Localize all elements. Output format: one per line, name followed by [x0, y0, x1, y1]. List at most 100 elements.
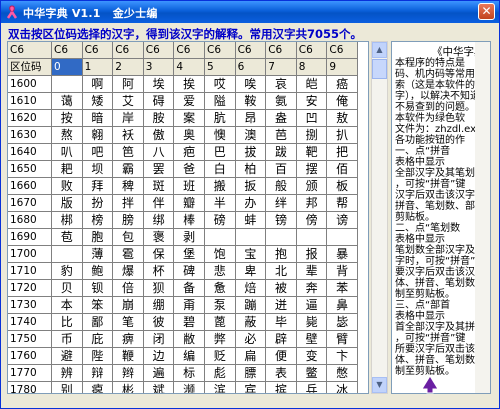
hanzi-cell[interactable]: 耙 — [52, 161, 83, 178]
hanzi-cell[interactable]: 暗 — [82, 110, 114, 127]
hanzi-cell[interactable]: 痹 — [113, 331, 144, 348]
hanzi-cell[interactable]: 懊 — [205, 127, 236, 144]
hanzi-cell[interactable]: 拜 — [82, 178, 114, 195]
hanzi-cell[interactable]: 傍 — [296, 212, 328, 229]
hanzi-cell[interactable]: 谤 — [327, 212, 358, 229]
hanzi-cell[interactable]: 胺 — [143, 110, 175, 127]
hanzi-cell[interactable]: 濒 — [174, 382, 205, 393]
hanzi-cell[interactable]: 卞 — [327, 348, 358, 365]
hanzi-cell[interactable]: 毕 — [266, 314, 297, 331]
hanzi-cell[interactable]: 必 — [235, 331, 267, 348]
hanzi-cell[interactable]: 榜 — [82, 212, 114, 229]
hanzi-cell[interactable]: 跋 — [266, 144, 297, 161]
hanzi-cell[interactable]: 鄙 — [82, 314, 114, 331]
hanzi-cell[interactable]: 坝 — [82, 161, 114, 178]
hanzi-cell[interactable]: 拔 — [235, 144, 267, 161]
hanzi-cell[interactable]: 膘 — [235, 365, 267, 382]
hanzi-cell[interactable]: 拌 — [113, 195, 144, 212]
hanzi-cell[interactable]: 把 — [327, 144, 358, 161]
hanzi-cell[interactable]: 啊 — [82, 76, 114, 93]
hanzi-cell[interactable]: 埃 — [143, 76, 175, 93]
hanzi-cell[interactable]: 氨 — [266, 93, 297, 110]
hanzi-cell[interactable]: 倍 — [113, 280, 144, 297]
hanzi-cell[interactable]: 蔼 — [52, 93, 83, 110]
hanzi-cell[interactable]: 按 — [52, 110, 83, 127]
hanzi-cell[interactable]: 包 — [113, 229, 144, 246]
hanzi-cell[interactable]: 盎 — [266, 110, 297, 127]
hanzi-cell[interactable]: 辈 — [296, 263, 328, 280]
hanzi-cell[interactable]: 梆 — [52, 212, 83, 229]
hanzi-cell[interactable]: 瘪 — [83, 382, 114, 393]
hanzi-cell[interactable]: 笆 — [113, 144, 144, 161]
help-textbox[interactable]: 《中华字典 本程序的特点是 码、机内码等常用字 索（这是本软件的最 字），以解决不知道… — [391, 41, 491, 394]
column-digit-header[interactable]: 9 — [327, 59, 358, 76]
hanzi-cell[interactable]: 蓖 — [205, 314, 236, 331]
hanzi-cell[interactable]: 比 — [52, 314, 83, 331]
hanzi-cell[interactable]: 遍 — [143, 365, 175, 382]
hanzi-cell[interactable]: 便 — [266, 348, 297, 365]
hanzi-cell[interactable]: 迸 — [266, 297, 297, 314]
hanzi-cell[interactable]: 兵 — [297, 382, 328, 393]
hanzi-cell[interactable]: 庇 — [82, 331, 114, 348]
column-digit-header[interactable]: 8 — [296, 59, 328, 76]
hanzi-cell[interactable]: 被 — [266, 280, 297, 297]
hanzi-cell[interactable] — [296, 229, 328, 246]
column-digit-header[interactable]: 4 — [174, 59, 205, 76]
hanzi-cell[interactable]: 鲍 — [82, 263, 114, 280]
hanzi-cell[interactable]: 稗 — [113, 178, 144, 195]
hanzi-cell[interactable]: 袄 — [113, 127, 144, 144]
hanzi-cell[interactable]: 憋 — [327, 365, 358, 382]
hanzi-cell[interactable]: 吧 — [82, 144, 114, 161]
hanzi-cell[interactable]: 编 — [174, 348, 205, 365]
hanzi-cell[interactable]: 雹 — [113, 246, 144, 263]
hanzi-cell[interactable]: 办 — [235, 195, 267, 212]
hanzi-cell[interactable]: 膀 — [113, 212, 144, 229]
hanzi-cell[interactable]: 抱 — [266, 246, 297, 263]
hanzi-cell[interactable]: 逼 — [296, 297, 328, 314]
hanzi-cell[interactable]: 鞍 — [235, 93, 267, 110]
hanzi-cell[interactable]: 宝 — [235, 246, 267, 263]
help-vertical-scrollbar[interactable] — [475, 42, 490, 393]
hanzi-cell[interactable]: 苞 — [52, 229, 83, 246]
hanzi-cell[interactable]: 碧 — [174, 314, 205, 331]
hanzi-cell[interactable]: 背 — [327, 263, 358, 280]
hanzi-cell[interactable]: 蔽 — [235, 314, 267, 331]
hanzi-cell[interactable] — [235, 229, 267, 246]
hanzi-cell[interactable]: 伴 — [143, 195, 175, 212]
hanzi-cell[interactable]: 宾 — [236, 382, 267, 393]
hanzi-cell[interactable]: 皑 — [296, 76, 328, 93]
hanzi-cell[interactable]: 壁 — [296, 331, 328, 348]
hanzi-cell[interactable]: 摆 — [296, 161, 328, 178]
hanzi-cell[interactable]: 佰 — [327, 161, 358, 178]
hanzi-cell[interactable]: 扒 — [327, 127, 358, 144]
hanzi-cell[interactable]: 隘 — [205, 93, 236, 110]
hanzi-cell[interactable]: 别 — [52, 382, 83, 393]
hanzi-cell[interactable]: 辩 — [82, 365, 114, 382]
hanzi-cell[interactable]: 鞭 — [113, 348, 144, 365]
grid-vertical-scrollbar[interactable]: ▲ ▼ — [371, 41, 388, 394]
hanzi-cell[interactable]: 镑 — [266, 212, 297, 229]
hanzi-cell[interactable]: 蚌 — [235, 212, 267, 229]
hanzi-cell[interactable]: 芭 — [266, 127, 297, 144]
hanzi-cell[interactable]: 崩 — [113, 297, 144, 314]
hanzi-cell[interactable]: 敝 — [174, 331, 205, 348]
hanzi-cell[interactable]: 狈 — [143, 280, 175, 297]
arrow-up-icon[interactable]: ▲ — [372, 42, 387, 58]
hanzi-cell[interactable]: 标 — [174, 365, 205, 382]
hanzi-cell[interactable]: 卑 — [235, 263, 267, 280]
hanzi-cell[interactable]: 堡 — [174, 246, 205, 263]
hanzi-cell[interactable]: 爆 — [113, 263, 144, 280]
hanzi-cell[interactable]: 避 — [52, 348, 83, 365]
hanzi-cell[interactable]: 钡 — [82, 280, 114, 297]
hanzi-cell[interactable]: 碑 — [174, 263, 205, 280]
column-digit-header[interactable]: 7 — [266, 59, 297, 76]
hanzi-cell[interactable]: 罢 — [143, 161, 175, 178]
hanzi-cell[interactable]: 岸 — [113, 110, 144, 127]
hanzi-cell[interactable]: 昂 — [235, 110, 267, 127]
hanzi-cell[interactable]: 表 — [266, 365, 297, 382]
hanzi-cell[interactable]: 焙 — [235, 280, 267, 297]
hanzi-cell[interactable]: 唉 — [235, 76, 267, 93]
hanzi-cell[interactable]: 陛 — [82, 348, 114, 365]
hanzi-cell[interactable]: 叭 — [52, 144, 83, 161]
hanzi-cell[interactable]: 贝 — [52, 280, 83, 297]
